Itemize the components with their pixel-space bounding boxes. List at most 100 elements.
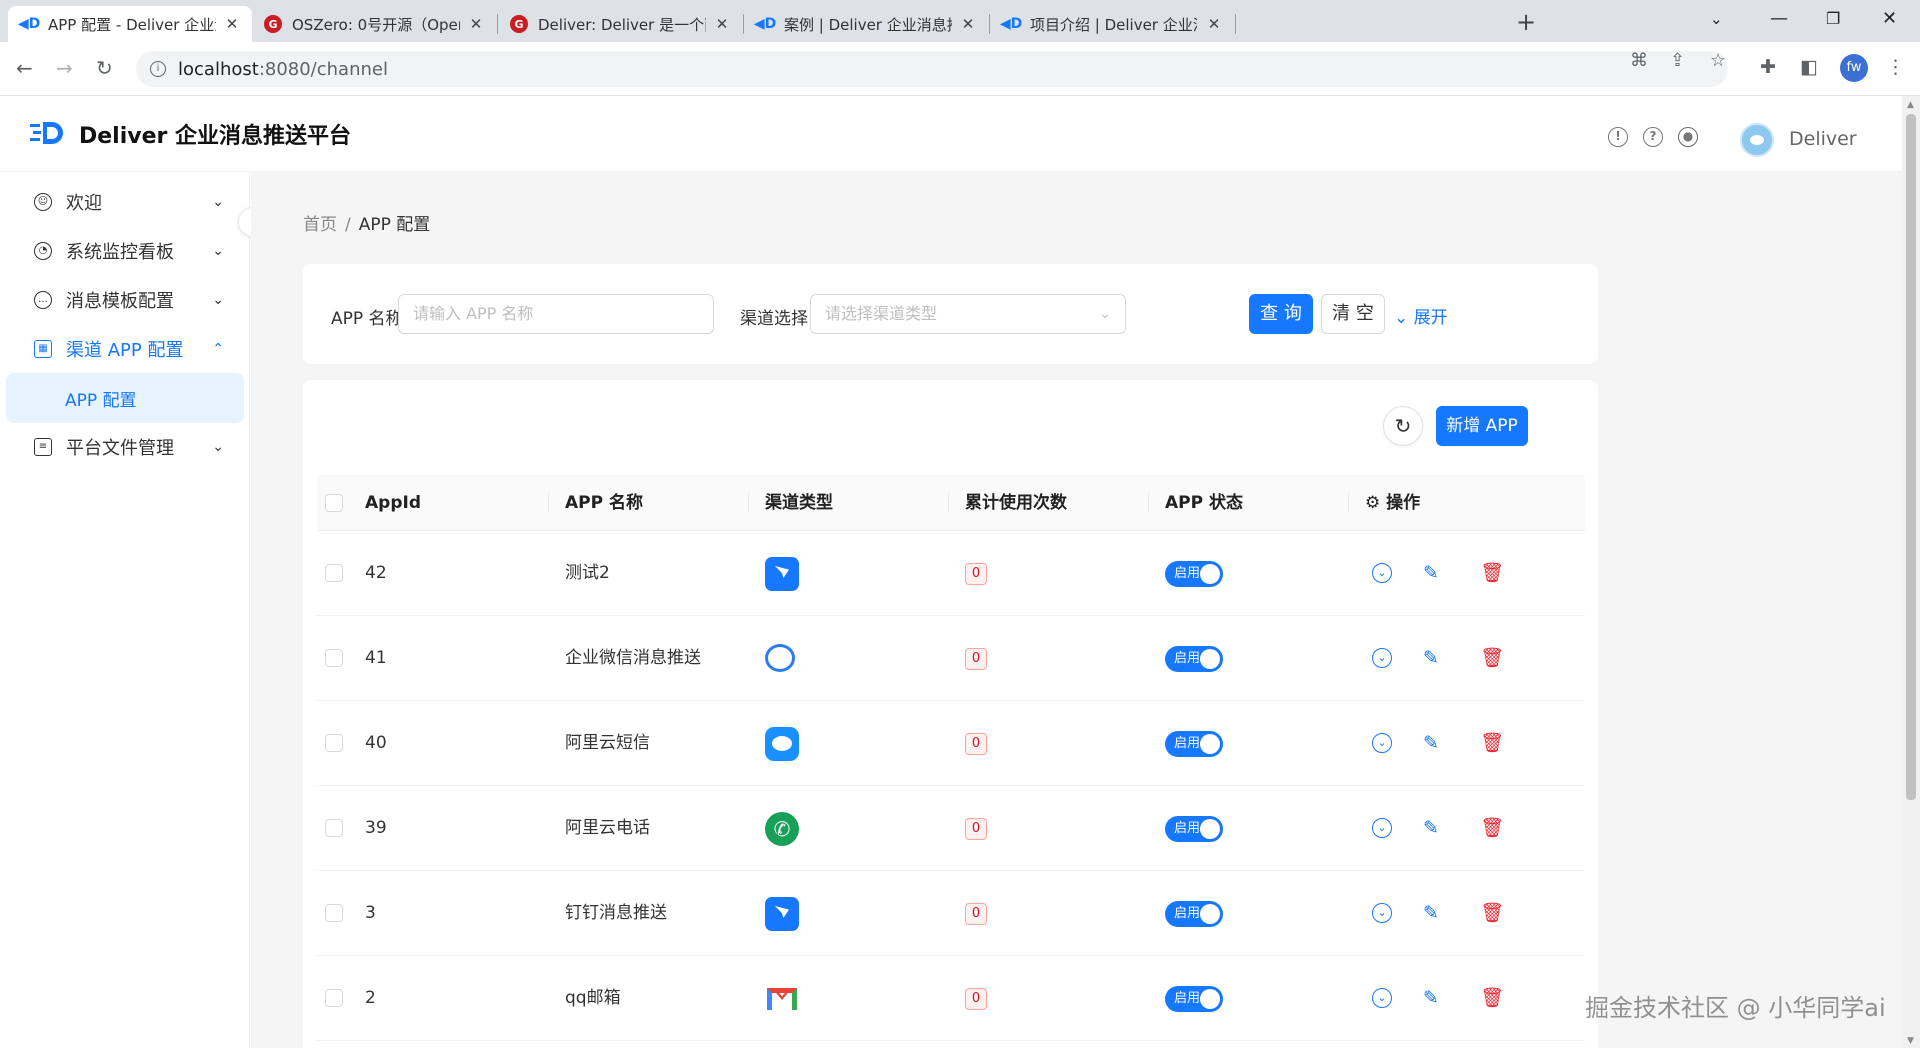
new-tab-icon[interactable]: +	[1516, 8, 1536, 36]
row-checkbox[interactable]	[325, 989, 343, 1007]
sidebar-item-welcome[interactable]: ☺ 欢迎 ⌄	[0, 177, 250, 227]
edit-icon[interactable]: ✎	[1423, 986, 1439, 1010]
bookmark-star-icon[interactable]: ☆	[1710, 50, 1726, 71]
sidebar-item-templates[interactable]: … 消息模板配置 ⌄	[0, 275, 250, 325]
delete-icon[interactable]: 🗑	[1480, 731, 1504, 755]
query-button[interactable]: 查 询	[1249, 294, 1313, 334]
column-header-usage-count[interactable]: 累计使用次数	[965, 475, 1067, 531]
edit-icon[interactable]: ✎	[1423, 731, 1439, 755]
status-switch[interactable]: 启用	[1165, 646, 1223, 672]
scroll-down-icon[interactable]: ▼	[1907, 1036, 1914, 1046]
reload-page-icon[interactable]: ↻	[96, 56, 113, 80]
phone-icon	[765, 812, 799, 846]
breadcrumb-home[interactable]: 首页	[303, 215, 337, 235]
row-checkbox[interactable]	[325, 734, 343, 752]
edit-icon[interactable]: ✎	[1423, 816, 1439, 840]
sidebar-item-channel-app[interactable]: ▦ 渠道 APP 配置 ⌃	[0, 324, 250, 374]
breadcrumb-separator: /	[345, 215, 351, 235]
column-header-appid[interactable]: AppId	[365, 475, 421, 531]
close-window-icon[interactable]: ✕	[1882, 8, 1897, 29]
view-detail-icon[interactable]: ⌄	[1372, 988, 1392, 1008]
browser-tab[interactable]: ◀D 案例 | Deliver 企业消息推送平台 ✕	[744, 6, 988, 42]
profile-avatar[interactable]: fw	[1840, 54, 1868, 82]
deliver-favicon-icon: ◀D	[17, 16, 41, 32]
browser-tab[interactable]: ◀D 项目介绍 | Deliver 企业消息推送 ✕	[990, 6, 1234, 42]
view-detail-icon[interactable]: ⌄	[1372, 903, 1392, 923]
column-header-channel-type[interactable]: 渠道类型	[765, 475, 833, 531]
edit-icon[interactable]: ✎	[1423, 646, 1439, 670]
sidebar-item-monitor[interactable]: ◔ 系统监控看板 ⌄	[0, 226, 250, 276]
side-panel-icon[interactable]: ◧	[1800, 56, 1818, 78]
status-switch[interactable]: 启用	[1165, 731, 1223, 757]
tab-close-icon[interactable]: ✕	[714, 15, 730, 33]
view-detail-icon[interactable]: ⌄	[1372, 648, 1392, 668]
browser-toolbar: ← → ↻ i localhost:8080/channel ⌘ ⇪ ☆ ✚ ◧…	[0, 42, 1920, 96]
site-info-icon[interactable]: i	[150, 61, 166, 77]
status-switch[interactable]: 启用	[1165, 986, 1223, 1012]
delete-icon[interactable]: 🗑	[1480, 901, 1504, 925]
page-scrollbar[interactable]: ▲ ▼	[1902, 96, 1920, 1048]
back-icon[interactable]: ←	[16, 56, 33, 80]
file-icon: ≡	[34, 438, 52, 456]
app-header: Deliver 企业消息推送平台 ! ? ● Deliver	[0, 96, 1902, 172]
browser-tab[interactable]: ◀D APP 配置 - Deliver 企业消息推送 ✕	[8, 6, 252, 42]
app-name-input[interactable]: 请输入 APP 名称	[398, 294, 714, 334]
restore-icon[interactable]: ❐	[1826, 9, 1840, 28]
gitee-favicon-icon: G	[264, 15, 282, 33]
view-detail-icon[interactable]: ⌄	[1372, 733, 1392, 753]
delete-icon[interactable]: 🗑	[1480, 986, 1504, 1010]
tab-search-icon[interactable]: ⌄	[1710, 10, 1723, 28]
browser-menu-icon[interactable]: ⋮	[1886, 56, 1905, 78]
view-detail-icon[interactable]: ⌄	[1372, 818, 1392, 838]
scroll-up-icon[interactable]: ▲	[1907, 100, 1914, 110]
question-circle-icon[interactable]: ?	[1643, 127, 1663, 147]
row-checkbox[interactable]	[325, 904, 343, 922]
status-switch[interactable]: 启用	[1165, 816, 1223, 842]
column-header-app-name[interactable]: APP 名称	[565, 475, 643, 531]
address-bar[interactable]: i localhost:8080/channel	[136, 51, 1728, 87]
translate-icon[interactable]: ⌘	[1630, 50, 1648, 71]
tab-close-icon[interactable]: ✕	[468, 15, 484, 33]
share-icon[interactable]: ⇪	[1670, 50, 1685, 71]
status-switch[interactable]: 启用	[1165, 901, 1223, 927]
reload-icon[interactable]: ↻	[1383, 406, 1423, 446]
app-table-card: ↻ 新增 APP AppId APP 名称 渠道类型 累计使用次数 APP 状态…	[303, 380, 1598, 1048]
delete-icon[interactable]: 🗑	[1480, 816, 1504, 840]
row-checkbox[interactable]	[325, 819, 343, 837]
extensions-icon[interactable]: ✚	[1760, 56, 1776, 78]
status-switch-label: 启用	[1174, 651, 1201, 666]
tab-close-icon[interactable]: ✕	[224, 15, 240, 33]
sidebar-item-files[interactable]: ≡ 平台文件管理 ⌄	[0, 422, 250, 472]
username[interactable]: Deliver	[1789, 128, 1857, 150]
channel-label: 渠道选择:	[740, 309, 814, 329]
column-header-actions[interactable]: ⚙ 操作	[1365, 475, 1420, 531]
edit-icon[interactable]: ✎	[1423, 561, 1439, 585]
view-detail-icon[interactable]: ⌄	[1372, 563, 1392, 583]
tab-close-icon[interactable]: ✕	[960, 15, 976, 33]
new-app-button[interactable]: 新增 APP	[1436, 406, 1528, 446]
edit-icon[interactable]: ✎	[1423, 901, 1439, 925]
reset-button[interactable]: 清 空	[1321, 294, 1385, 334]
user-avatar[interactable]	[1740, 123, 1774, 157]
delete-icon[interactable]: 🗑	[1480, 646, 1504, 670]
tab-close-icon[interactable]: ✕	[1206, 15, 1222, 33]
browser-tab[interactable]: G OSZero: 0号开源（Open Sourc ✕	[252, 6, 496, 42]
channel-select[interactable]: 请选择渠道类型 ⌄	[810, 294, 1126, 334]
browser-tab[interactable]: G Deliver: Deliver 是一个面向企业 ✕	[498, 6, 742, 42]
info-circle-icon[interactable]: !	[1608, 127, 1628, 147]
minimize-icon[interactable]: —	[1770, 8, 1788, 29]
expand-link[interactable]: ⌄ 展开	[1394, 303, 1448, 328]
cell-app-name: 测试2	[565, 563, 610, 583]
forward-icon[interactable]: →	[56, 56, 73, 80]
select-all-checkbox[interactable]	[325, 494, 343, 512]
delete-icon[interactable]: 🗑	[1480, 561, 1504, 585]
sidebar-subitem-app-config[interactable]: APP 配置	[6, 373, 244, 423]
column-header-app-status[interactable]: APP 状态	[1165, 475, 1243, 531]
column-divider	[748, 493, 749, 513]
sidebar-item-label: 系统监控看板	[66, 242, 174, 263]
row-checkbox[interactable]	[325, 649, 343, 667]
scrollbar-thumb[interactable]	[1906, 114, 1916, 800]
github-icon[interactable]: ●	[1678, 127, 1698, 147]
row-checkbox[interactable]	[325, 564, 343, 582]
status-switch[interactable]: 启用	[1165, 561, 1223, 587]
